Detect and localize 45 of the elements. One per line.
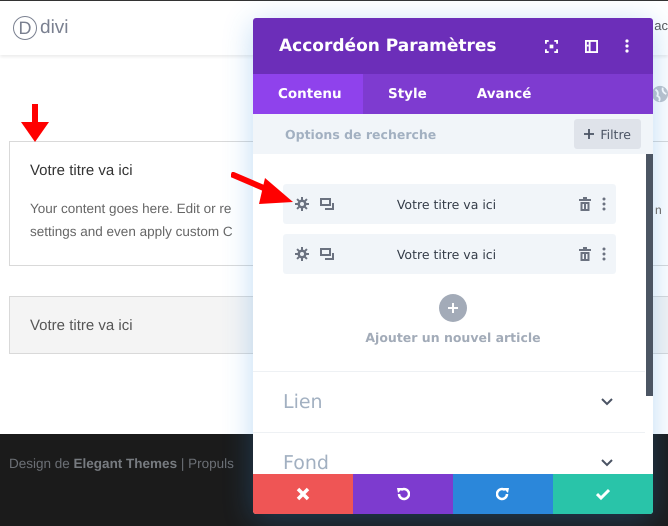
duplicate-icon[interactable] (320, 248, 334, 260)
tab[interactable]: Avancé (452, 74, 556, 114)
trash-icon[interactable] (579, 197, 591, 211)
item-title: Votre titre va ici (396, 196, 498, 212)
fullscreen-icon[interactable] (545, 40, 558, 52)
filter-button[interactable]: Filtre (574, 119, 641, 149)
menu-text: ac (654, 18, 668, 32)
undo-button[interactable] (353, 474, 453, 514)
sidebar-layout-icon[interactable] (585, 40, 598, 52)
accordion-title[interactable]: Votre titre va ici (30, 316, 133, 334)
duplicate-icon[interactable] (320, 198, 334, 210)
close-icon (296, 487, 310, 501)
content-text: settings and even apply custom C (30, 223, 233, 241)
module-item[interactable]: Votre titre va ici (283, 234, 616, 274)
section-label: Fond (283, 452, 329, 474)
search-field[interactable]: Options de recherche (283, 126, 507, 142)
content-text: n (655, 203, 662, 217)
module-item[interactable]: Votre titre va ici (283, 184, 616, 224)
chevron-icon (601, 398, 613, 406)
item-title: Votre titre va ici (396, 246, 498, 262)
redo-icon (496, 487, 510, 501)
accordion-title[interactable]: Votre titre va ici (30, 162, 133, 179)
trash-icon[interactable] (579, 247, 591, 261)
scrollbar[interactable] (646, 154, 653, 396)
gear-icon[interactable] (295, 247, 309, 261)
logo-mark: D (13, 16, 37, 40)
more-options-icon[interactable] (602, 247, 606, 261)
chevron-icon (601, 459, 613, 467)
more-options-icon[interactable] (602, 197, 606, 211)
panel-title: Accordéon Paramètres (279, 36, 497, 56)
pointer-arrow (21, 104, 49, 142)
more-options-icon[interactable] (625, 39, 629, 53)
add-icon[interactable] (439, 294, 467, 322)
footer-credit: Design de Elegant Themes | Propuls (9, 456, 234, 471)
undo-icon (396, 487, 410, 501)
tab[interactable]: Contenu (253, 74, 363, 114)
tab[interactable]: Style (363, 74, 452, 114)
plus-icon (584, 129, 594, 139)
pointer-arrow (231, 172, 293, 206)
logo-text: divi (40, 17, 69, 39)
section-label: Lien (283, 391, 323, 413)
gear-icon[interactable] (295, 197, 309, 211)
check-icon (596, 487, 610, 501)
content-text: Your content goes here. Edit or re (30, 200, 232, 218)
filter-label: Filtre (600, 126, 631, 142)
